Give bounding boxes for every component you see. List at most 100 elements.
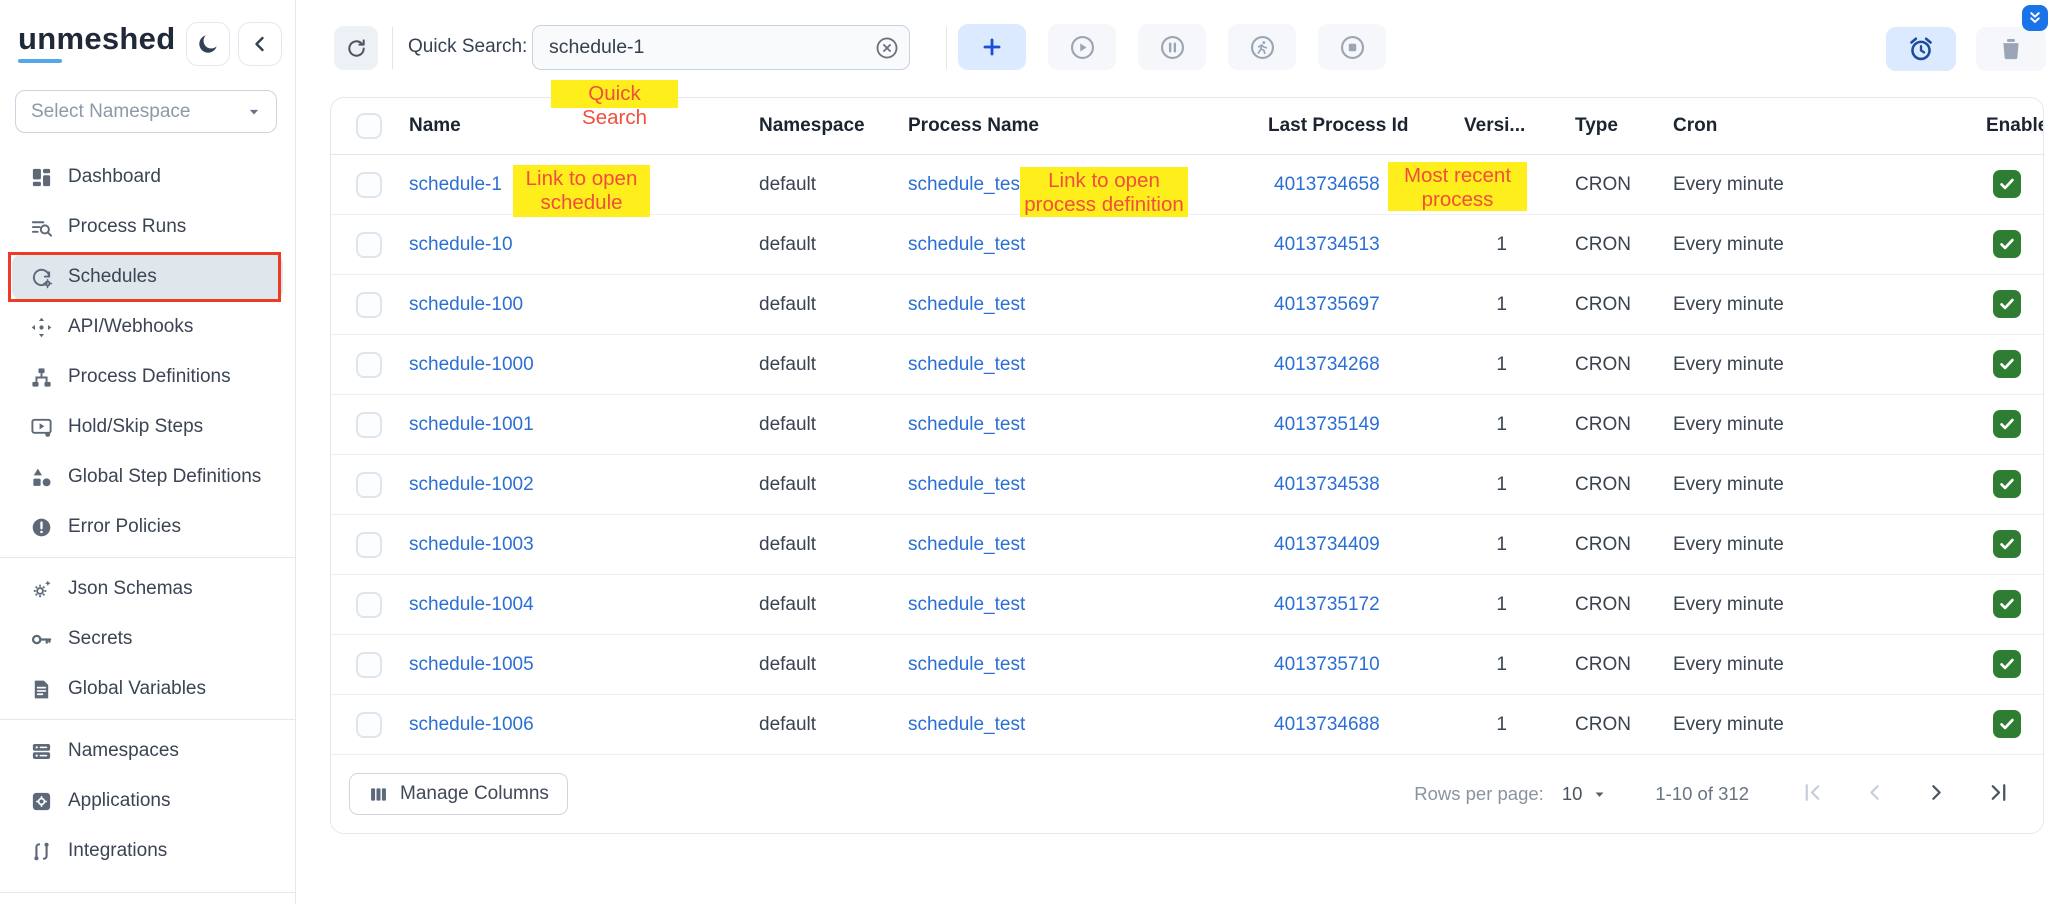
first-page-button[interactable] [1797, 779, 1827, 809]
process-name-link[interactable]: schedule_test [908, 234, 1268, 256]
search-input[interactable] [549, 36, 865, 59]
pause-button[interactable] [1138, 24, 1206, 70]
row-checkbox[interactable] [356, 232, 382, 258]
enabled-check [1993, 710, 2021, 738]
row-checkbox[interactable] [356, 472, 382, 498]
last-process-id-link[interactable]: 4013735149 [1268, 414, 1464, 436]
enabled-checkbox[interactable] [1986, 410, 2043, 440]
check-icon [1997, 594, 2017, 614]
sidebar-item-secrets[interactable]: Secrets [12, 616, 283, 662]
enabled-checkbox[interactable] [1986, 290, 2043, 320]
row-checkbox[interactable] [356, 652, 382, 678]
run-button[interactable] [1228, 24, 1296, 70]
clear-search-button[interactable] [874, 35, 900, 61]
error-policies-icon [30, 516, 53, 539]
row-checkbox-cell [331, 472, 409, 498]
sidebar-item-namespaces[interactable]: Namespaces [12, 728, 283, 774]
sidebar-item-error-policies[interactable]: Error Policies [12, 504, 283, 550]
scroll-down-badge[interactable] [2022, 5, 2048, 31]
enabled-checkbox[interactable] [1986, 530, 2043, 560]
process-name-link[interactable]: schedule_test [908, 594, 1268, 616]
schedules-view-button[interactable] [1886, 27, 1956, 71]
previous-page-button[interactable] [1859, 779, 1889, 809]
process-name-link[interactable]: schedule_test [908, 714, 1268, 736]
row-checkbox[interactable] [356, 712, 382, 738]
previous-page-icon [1862, 780, 1887, 805]
last-process-id-link[interactable]: 4013734513 [1268, 234, 1464, 256]
schedule-name-link[interactable]: schedule-10 [409, 234, 759, 256]
theme-toggle-button[interactable] [186, 22, 230, 66]
row-checkbox[interactable] [356, 532, 382, 558]
resume-button[interactable] [1048, 24, 1116, 70]
row-checkbox-cell [331, 592, 409, 618]
process-name-link[interactable]: schedule_test [908, 474, 1268, 496]
sidebar-collapse-button[interactable] [238, 22, 282, 66]
last-process-id-link[interactable]: 4013734409 [1268, 534, 1464, 556]
sidebar-item-process-runs[interactable]: Process Runs [12, 204, 283, 250]
sidebar-item-json-schemas[interactable]: Json Schemas [12, 566, 283, 612]
process-name-link[interactable]: schedule_test [908, 354, 1268, 376]
sidebar-item-integrations[interactable]: Integrations [12, 828, 283, 874]
select-all-checkbox[interactable] [356, 113, 382, 139]
sidebar-item-hold-skip-steps[interactable]: Hold/Skip Steps [12, 404, 283, 450]
process-name-link[interactable]: schedule_test [908, 294, 1268, 316]
sidebar-item-schedules[interactable]: Schedules [12, 254, 283, 300]
last-process-id-link[interactable]: 4013735697 [1268, 294, 1464, 316]
last-process-id-link[interactable]: 4013735172 [1268, 594, 1464, 616]
sidebar-item-process-definitions[interactable]: Process Definitions [12, 354, 283, 400]
table-body: schedule-1defaultschedule_test4013734658… [331, 155, 2043, 755]
logo-underline [18, 59, 62, 63]
row-checkbox[interactable] [356, 352, 382, 378]
schedule-name-link[interactable]: schedule-100 [409, 294, 759, 316]
column-header-cron: Cron [1673, 115, 1986, 137]
schedule-name-link[interactable]: schedule-1001 [409, 414, 759, 436]
schedule-name-link[interactable]: schedule-1000 [409, 354, 759, 376]
process-name-link[interactable]: schedule_test [908, 654, 1268, 676]
double-chevron-down-icon [2026, 9, 2044, 27]
last-page-button[interactable] [1983, 779, 2013, 809]
row-checkbox[interactable] [356, 412, 382, 438]
enabled-checkbox[interactable] [1986, 650, 2043, 680]
version-cell: 1 [1464, 474, 1575, 496]
enabled-checkbox[interactable] [1986, 230, 2043, 260]
cron-cell: Every minute [1673, 234, 1986, 256]
stop-button[interactable] [1318, 24, 1386, 70]
cron-cell: Every minute [1673, 294, 1986, 316]
sidebar-item-dashboard[interactable]: Dashboard [12, 154, 283, 200]
schedule-name-link[interactable]: schedule-1002 [409, 474, 759, 496]
sidebar-item-label: Integrations [68, 840, 167, 862]
sidebar-item-api-webhooks[interactable]: API/Webhooks [12, 304, 283, 350]
row-checkbox[interactable] [356, 172, 382, 198]
process-name-link[interactable]: schedule_test [908, 414, 1268, 436]
add-schedule-button[interactable] [958, 24, 1026, 70]
sidebar-item-global-variables[interactable]: Global Variables [12, 666, 283, 712]
process-name-link[interactable]: schedule_test [908, 534, 1268, 556]
enabled-checkbox[interactable] [1986, 170, 2043, 200]
row-checkbox[interactable] [356, 592, 382, 618]
caret-down-icon [1590, 785, 1609, 804]
sidebar-item-label: Global Variables [68, 678, 206, 700]
sidebar-item-applications[interactable]: Applications [12, 778, 283, 824]
schedule-name-link[interactable]: schedule-1004 [409, 594, 759, 616]
enabled-checkbox[interactable] [1986, 470, 2043, 500]
refresh-button[interactable] [334, 26, 378, 70]
namespace-select[interactable]: Select Namespace [15, 90, 277, 133]
row-checkbox[interactable] [356, 292, 382, 318]
manage-columns-button[interactable]: Manage Columns [349, 773, 568, 815]
schedule-name-link[interactable]: schedule-1006 [409, 714, 759, 736]
last-process-id-link[interactable]: 4013734268 [1268, 354, 1464, 376]
delete-button[interactable] [1976, 27, 2046, 71]
sidebar-item-label: Process Runs [68, 216, 186, 238]
enabled-checkbox[interactable] [1986, 590, 2043, 620]
last-process-id-link[interactable]: 4013735710 [1268, 654, 1464, 676]
schedule-name-link[interactable]: schedule-1003 [409, 534, 759, 556]
enabled-checkbox[interactable] [1986, 710, 2043, 740]
next-page-button[interactable] [1921, 779, 1951, 809]
rows-per-page-select[interactable]: 10 [1562, 783, 1610, 805]
dashboard-icon [30, 166, 53, 189]
last-process-id-link[interactable]: 4013734688 [1268, 714, 1464, 736]
schedule-name-link[interactable]: schedule-1005 [409, 654, 759, 676]
enabled-checkbox[interactable] [1986, 350, 2043, 380]
last-process-id-link[interactable]: 4013734538 [1268, 474, 1464, 496]
sidebar-item-global-step-definitions[interactable]: Global Step Definitions [12, 454, 283, 500]
